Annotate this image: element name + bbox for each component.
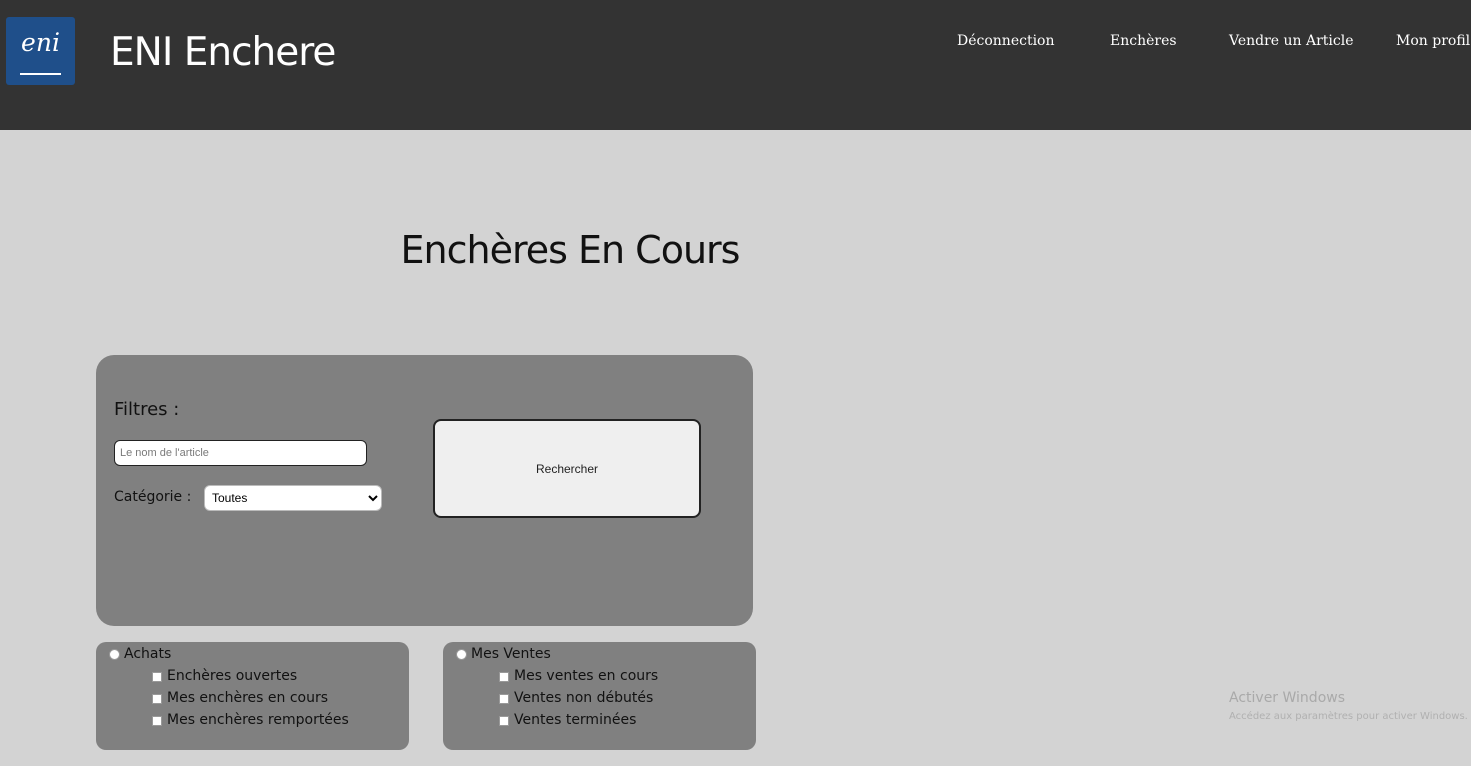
my-current-bids-label: Mes enchères en cours — [167, 690, 329, 706]
my-won-bids-checkbox[interactable] — [152, 715, 162, 726]
sales-filter-group: Mes Ventes Mes ventes en cours Ventes no… — [443, 642, 756, 750]
filters-label: Filtres : — [114, 399, 180, 420]
article-name-search-input[interactable] — [114, 440, 367, 466]
windows-activation-title: Activer Windows — [1229, 690, 1346, 706]
sales-not-started-checkbox-row: Ventes non débutés — [499, 690, 653, 707]
sales-not-started-label: Ventes non débutés — [514, 690, 654, 706]
logo-text: eni — [21, 28, 60, 57]
windows-activation-subtitle: Accédez aux paramètres pour activer Wind… — [1229, 711, 1468, 722]
sales-radio-label: Mes Ventes — [471, 646, 551, 662]
eni-logo[interactable]: eni — [6, 17, 75, 85]
nav-logout-link[interactable]: Déconnection — [957, 33, 1055, 50]
my-won-bids-checkbox-row: Mes enchères remportées — [152, 712, 349, 729]
nav-auctions-link[interactable]: Enchères — [1110, 33, 1177, 50]
purchases-filter-group: Achats Enchères ouvertes Mes enchères en… — [96, 642, 409, 750]
open-auctions-checkbox-row: Enchères ouvertes — [152, 668, 297, 685]
top-navbar: eni ENI Enchere Déconnection Enchères Ve… — [0, 0, 1471, 130]
filter-panel: Filtres : Catégorie : Toutes Rechercher — [96, 355, 753, 626]
nav-sell-article-link[interactable]: Vendre un Article — [1229, 33, 1354, 50]
sales-radio[interactable] — [456, 649, 467, 660]
sales-radio-row: Mes Ventes — [456, 646, 551, 663]
page-title: Enchères En Cours — [400, 228, 741, 272]
my-current-bids-checkbox-row: Mes enchères en cours — [152, 690, 328, 707]
category-select[interactable]: Toutes — [204, 485, 382, 511]
app-title: ENI Enchere — [110, 30, 336, 75]
my-current-sales-checkbox-row: Mes ventes en cours — [499, 668, 658, 685]
open-auctions-checkbox[interactable] — [152, 671, 162, 682]
purchases-radio[interactable] — [109, 649, 120, 660]
my-current-bids-checkbox[interactable] — [152, 693, 162, 704]
category-label: Catégorie : — [114, 489, 192, 505]
logo-underline — [20, 73, 61, 75]
open-auctions-label: Enchères ouvertes — [167, 668, 298, 684]
purchases-radio-row: Achats — [109, 646, 171, 663]
sales-finished-label: Ventes terminées — [514, 712, 637, 728]
search-button[interactable]: Rechercher — [433, 419, 701, 518]
my-won-bids-label: Mes enchères remportées — [167, 712, 349, 728]
my-current-sales-checkbox[interactable] — [499, 671, 509, 682]
my-current-sales-label: Mes ventes en cours — [514, 668, 659, 684]
sales-finished-checkbox-row: Ventes terminées — [499, 712, 636, 729]
purchases-radio-label: Achats — [124, 646, 172, 662]
nav-profile-link[interactable]: Mon profil — [1396, 33, 1470, 50]
sales-not-started-checkbox[interactable] — [499, 693, 509, 704]
sales-finished-checkbox[interactable] — [499, 715, 509, 726]
